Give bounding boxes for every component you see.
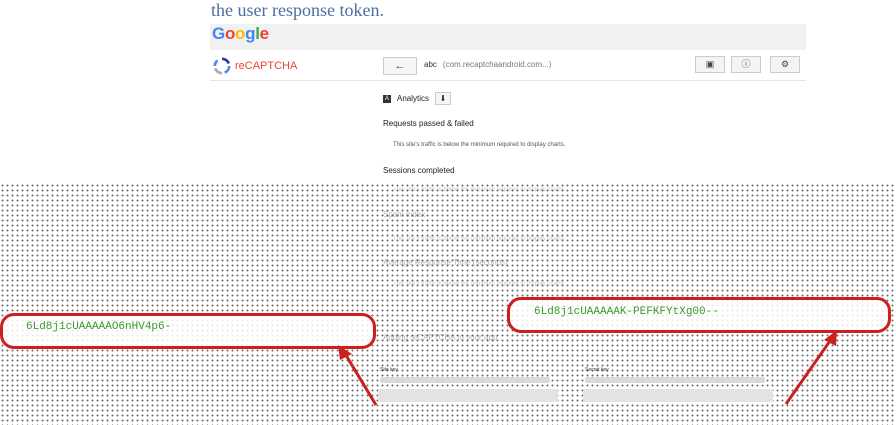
annotation-arrows [338,330,837,406]
site-key-arrowhead [338,345,352,360]
site-key-arrow [342,351,378,406]
secret-key-arrowhead [824,330,837,346]
secret-key-arrow [784,337,834,405]
